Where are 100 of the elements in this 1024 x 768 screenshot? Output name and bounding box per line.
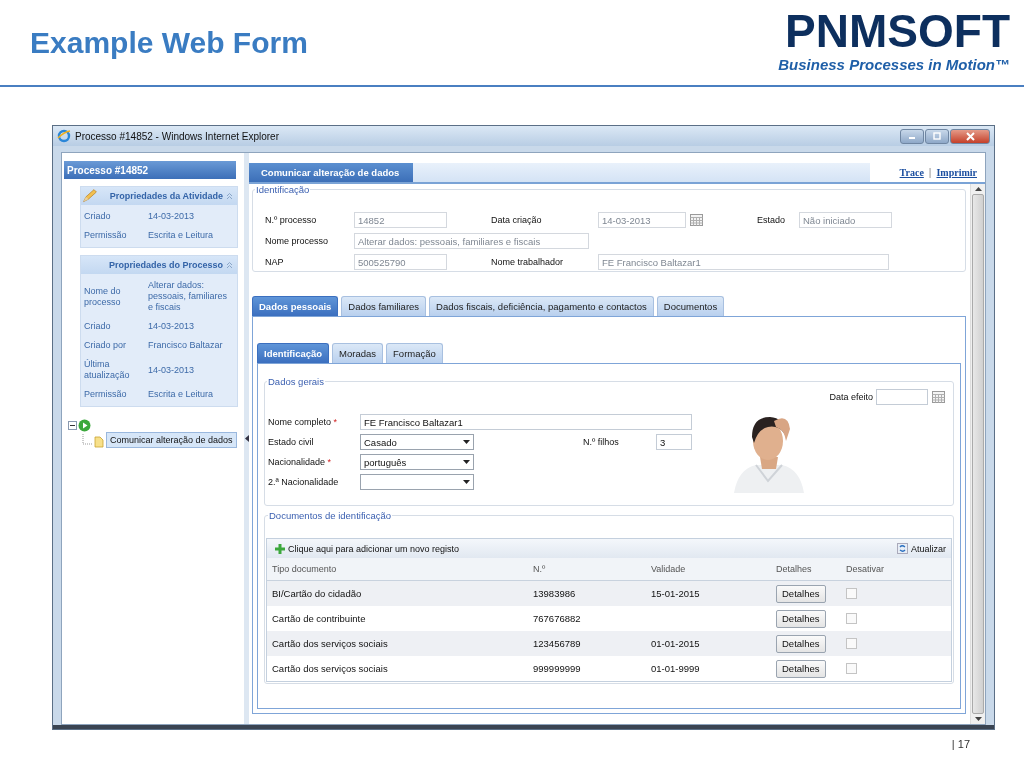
document-icon (94, 436, 104, 448)
field-label: Nome processo (265, 236, 330, 246)
property-label: Criado (84, 211, 112, 222)
table-cell-text: Cartão dos serviços sociais (272, 663, 389, 674)
table-cell-text: 767676882 (533, 613, 582, 624)
table-cell-text: Cartão dos serviços sociais (272, 638, 389, 649)
property-value: 14-03-2013 (148, 211, 196, 222)
section-legend: Documentos de identificação (268, 510, 392, 521)
tree-item[interactable]: Comunicar alteração de dados (106, 432, 237, 448)
page-number: | 17 (951, 738, 970, 750)
tab[interactable]: Documentos (656, 296, 725, 316)
input-field[interactable]: FE Francisco Baltazar1 (360, 414, 692, 430)
refresh-button[interactable]: Atualizar (897, 543, 946, 554)
details-button[interactable]: Detalhes (776, 609, 826, 628)
field-label: 2.ª Nacionalidade (268, 477, 340, 487)
field-label: Nome completo * (268, 417, 339, 427)
minimize-button[interactable] (900, 128, 924, 144)
table-cell-text: 123456789 (533, 638, 582, 649)
maximize-icon (933, 132, 941, 140)
section-legend: Dados gerais (267, 376, 325, 387)
table-cell-text: BI/Cartão do cidadão (272, 588, 363, 599)
field-label: Nome trabalhador (491, 257, 565, 267)
table-cell-text: 15-01-2015 (651, 588, 701, 599)
checkbox[interactable] (846, 638, 857, 649)
pencil-icon (82, 188, 98, 204)
section-legend: Identificação (255, 184, 311, 195)
property-value: Alterar dados: pessoais, familiares e fiscais (148, 280, 229, 313)
column-header[interactable]: Validade (651, 564, 776, 574)
table-cell-text: 13983986 (533, 588, 577, 599)
field-label: NAP (265, 257, 285, 267)
calendar-icon[interactable] (932, 391, 945, 403)
sidebar-header: Processo #14852 (64, 161, 236, 179)
tree-toggle-icon[interactable] (68, 421, 77, 430)
field-label: Estado civil (268, 437, 315, 447)
tree-line-icon (82, 434, 92, 448)
property-label: Permissão (84, 230, 128, 241)
tab[interactable]: Dados pessoais (252, 296, 339, 316)
close-icon (965, 131, 975, 141)
browser-icon (57, 129, 71, 143)
logo-wordmark: PNMSOFT (785, 6, 1010, 56)
panel-header[interactable]: Propriedades da Atividade (81, 187, 237, 205)
form-tab[interactable]: Comunicar alteração de dados (249, 163, 414, 182)
close-button[interactable] (950, 128, 990, 144)
property-label: Nome do processo (84, 285, 122, 308)
caret-icon (463, 460, 470, 464)
play-icon (78, 419, 91, 432)
link-separator: | (928, 167, 932, 178)
window-title: Processo #14852 - Windows Internet Explorer (75, 130, 279, 142)
field-label: N.º filhos (583, 437, 620, 447)
table-cell-text: 01-01-2015 (651, 638, 701, 649)
details-button[interactable]: Detalhes (776, 584, 826, 603)
checkbox[interactable] (846, 663, 857, 674)
tab[interactable]: Identificação (257, 343, 330, 363)
refresh-icon (897, 543, 908, 554)
field-label: Estado (757, 215, 787, 225)
checkbox[interactable] (846, 613, 857, 624)
logo-tagline: Business Processes in Motion™ (778, 56, 1010, 73)
details-button[interactable]: Detalhes (776, 659, 826, 678)
column-header[interactable]: Tipo documento (272, 564, 533, 574)
property-value: 14-03-2013 (148, 364, 196, 376)
details-button[interactable]: Detalhes (776, 634, 826, 653)
column-header[interactable]: Desativar (846, 564, 926, 574)
property-value: Escrita e Leitura (148, 389, 215, 400)
slide-title: Example Web Form (30, 26, 308, 60)
property-value: Escrita e Leitura (148, 230, 215, 241)
field-label: Data criação (491, 215, 543, 225)
tab[interactable]: Formação (386, 343, 443, 363)
checkbox[interactable] (846, 588, 857, 599)
dropdown[interactable]: Casado (360, 434, 474, 450)
property-label: Permissão (84, 389, 128, 400)
panel-title: Propriedades do Processo (108, 260, 223, 270)
tab[interactable]: Dados fiscais, deficiência, pagamento e contactos (429, 296, 654, 316)
add-icon (275, 543, 285, 554)
date-field[interactable] (876, 389, 928, 405)
maximize-button[interactable] (925, 128, 949, 144)
dropdown[interactable] (360, 474, 474, 490)
collapse-arrow-icon[interactable] (244, 435, 249, 442)
column-header[interactable]: Detalhes (776, 564, 846, 574)
property-value: 14-03-2013 (148, 321, 196, 332)
calendar-icon[interactable] (690, 214, 703, 226)
add-record-button[interactable]: Clique aqui para adicionar um novo registo (275, 543, 460, 554)
dropdown[interactable]: português (360, 454, 474, 470)
property-value: Francisco Baltazar (148, 340, 224, 351)
table-cell-text: 01-01-9999 (651, 663, 701, 674)
input-field[interactable]: 3 (656, 434, 692, 450)
column-header[interactable]: N.º (533, 564, 651, 574)
tab[interactable]: Dados familiares (341, 296, 427, 316)
property-label: Última atualização (84, 359, 131, 381)
tab[interactable]: Moradas (332, 343, 384, 363)
trace-link[interactable]: Trace (899, 167, 924, 178)
scrollbar[interactable] (970, 184, 985, 724)
print-link[interactable]: Imprimir (936, 167, 977, 178)
property-label: Criado por (84, 340, 128, 351)
table-cell-text: Cartão de contribuinte (272, 613, 367, 624)
caret-icon (463, 480, 470, 484)
field-label: Nacionalidade * (268, 457, 333, 467)
scroll-up-icon[interactable] (974, 187, 982, 191)
scroll-down-icon[interactable] (974, 717, 982, 721)
panel-header[interactable]: Propriedades do Processo (81, 256, 237, 274)
field-label: Data efeito (829, 392, 873, 402)
